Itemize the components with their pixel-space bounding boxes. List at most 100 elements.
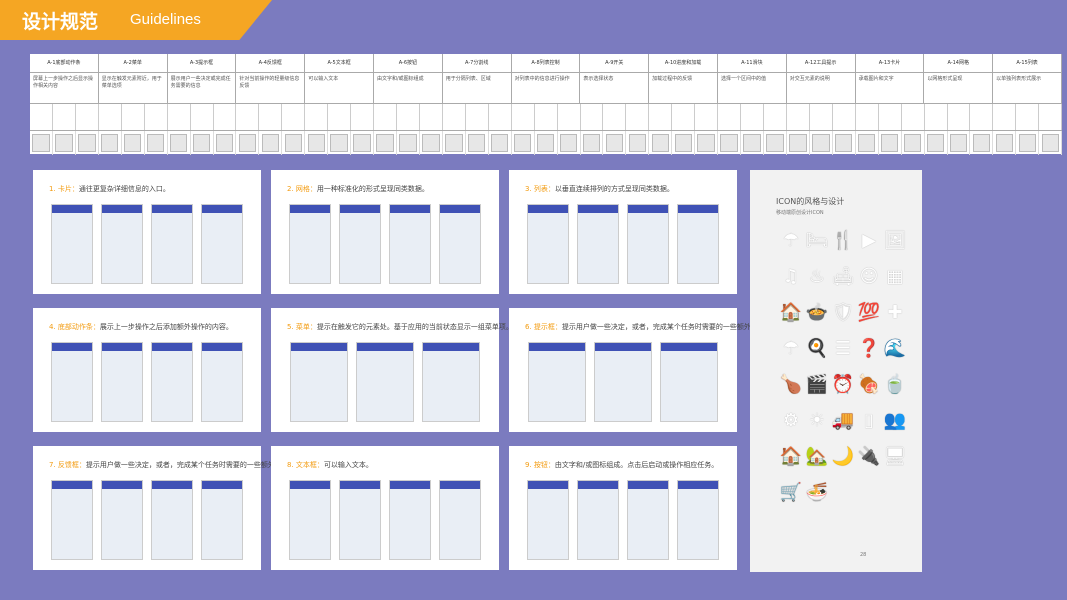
style-icon: 🍳 [805,338,829,359]
spec-subcell [695,104,719,130]
spec-thumb [351,131,375,155]
spec-subcell [122,104,145,130]
style-icon: ☂ [782,230,800,251]
example-card: 6. 提示框：提示用户做一些决定，或者，完成某个任务时需要的一些额外的信息。 [509,308,779,432]
spec-thumb [99,131,122,155]
spec-thumb [581,131,604,155]
style-icon: ▦ [886,266,904,287]
phone-screenshot [51,204,93,284]
style-icon: 👥 [883,410,907,431]
spec-thumb [649,131,673,155]
spec-subcell [626,104,650,130]
style-icon: 🛋 [831,266,855,287]
spec-thumb [856,131,879,155]
style-icon: 🏠 [779,446,803,467]
spec-desc: 对列表中的信息进行操作 [512,73,581,103]
spec-thumb [53,131,76,155]
spec-subcell [328,104,352,130]
spec-subcell [581,104,604,130]
spec-thumb [672,131,696,155]
style-icon: 🎬 [805,374,829,395]
style-icon: 🏠 [779,302,803,323]
style-icon: 🏡 [805,446,829,467]
spec-desc: 加载过程中的反馈 [649,73,718,103]
example-card: 3. 列表：以垂直连续排列的方式呈现同类数据。 [509,170,737,294]
phone-screenshot [389,480,431,560]
header-banner: 设计规范 Guidelines [0,0,272,40]
spec-thumb [397,131,420,155]
spec-subcell [764,104,787,130]
icon-style-panel: ICON的风格与设计 移动端原创设计ICON ☂ 🛏 🍴 ▶ 🖼 ♫ ♨ 🛋 ☺ ▦ 🏠 🍲 🛡 💯 ✚ ☂ 🍳… [750,170,922,572]
phone-screenshot [660,342,718,422]
style-icon: ✚ [887,302,903,323]
spec-desc: 以网格形式呈现 [924,73,994,103]
spec-thumb [833,131,856,155]
spec-thumb [925,131,948,155]
spec-thumb [305,131,329,155]
phone-screenshot [51,480,93,560]
style-icon: ⚙ [782,410,800,431]
card-title: 6. 提示框：提示用户做一些决定，或者，完成某个任务时需要的一些额外的信息。 [525,323,779,331]
spec-thumb [970,131,994,155]
example-card: 4. 底部动作条：展示上一步操作之后添加额外操作的内容。 [33,308,261,432]
spec-desc: 显示在触发元素附近，用于菜单选项 [99,73,168,103]
spec-header: A-13卡片 [856,54,925,72]
spec-subcell [535,104,558,130]
spec-table: A-1底部动作条 A-2菜单 A-3提示框 A-4反馈框 A-5文本框 A-6按钮 A-7分… [30,54,1063,155]
phone-screenshot [527,480,569,560]
spec-thumb [512,131,535,155]
style-icon: ▯ [864,410,874,431]
spec-subcell [902,104,925,130]
spec-thumb [328,131,352,155]
spec-thumb [695,131,719,155]
spec-thumb [420,131,443,155]
spec-desc: 展示用户一些决定或完成任务需要的信息 [168,73,237,103]
spec-subcell [191,104,214,130]
style-icon: 🛡 [831,302,855,323]
card-title: 8. 文本框：可以输入文本。 [287,461,373,469]
spec-subcell [833,104,856,130]
spec-desc: 承载图片和文字 [856,73,925,103]
spec-thumb [168,131,191,155]
style-icon: 🍖 [857,374,881,395]
spec-subcell [466,104,489,130]
spec-subcell [672,104,696,130]
phone-screenshot [101,342,143,422]
spec-thumb [948,131,971,155]
spec-header: A-3提示框 [168,54,237,72]
phone-screenshot [339,204,381,284]
style-icon: ☀ [808,410,826,431]
style-icon: 🖥 [883,446,907,467]
style-icon: 🌙 [831,446,855,467]
style-icon: ♫ [782,266,800,287]
spec-subcell [948,104,971,130]
spec-thumb [489,131,512,155]
spec-subcell [1039,104,1063,130]
spec-thumb [30,131,53,155]
spec-subcell [53,104,76,130]
spec-thumb [764,131,787,155]
style-icon: 💯 [857,302,881,323]
spec-thumb [902,131,925,155]
phone-screenshot [439,204,481,284]
spec-thumb [443,131,466,155]
spec-subcell [512,104,535,130]
phone-screenshot [528,342,586,422]
spec-desc: 选择一个区间中的值 [718,73,787,103]
style-icon: 🛒 [779,482,803,503]
spec-thumb [879,131,902,155]
spec-subcell [305,104,329,130]
phone-screenshot [101,204,143,284]
spec-thumb [374,131,397,155]
spec-thumb [466,131,489,155]
style-icon: 🍴 [831,230,855,251]
spec-thumb [122,131,145,155]
spec-thumb [1039,131,1063,155]
phone-screenshot [339,480,381,560]
style-icon: 🍲 [805,302,829,323]
style-icon: ☺ [859,266,879,287]
spec-header: A-4反馈框 [236,54,306,72]
spec-subcell [420,104,443,130]
spec-desc: 可以输入文本 [305,73,374,103]
spec-thumb [76,131,99,155]
